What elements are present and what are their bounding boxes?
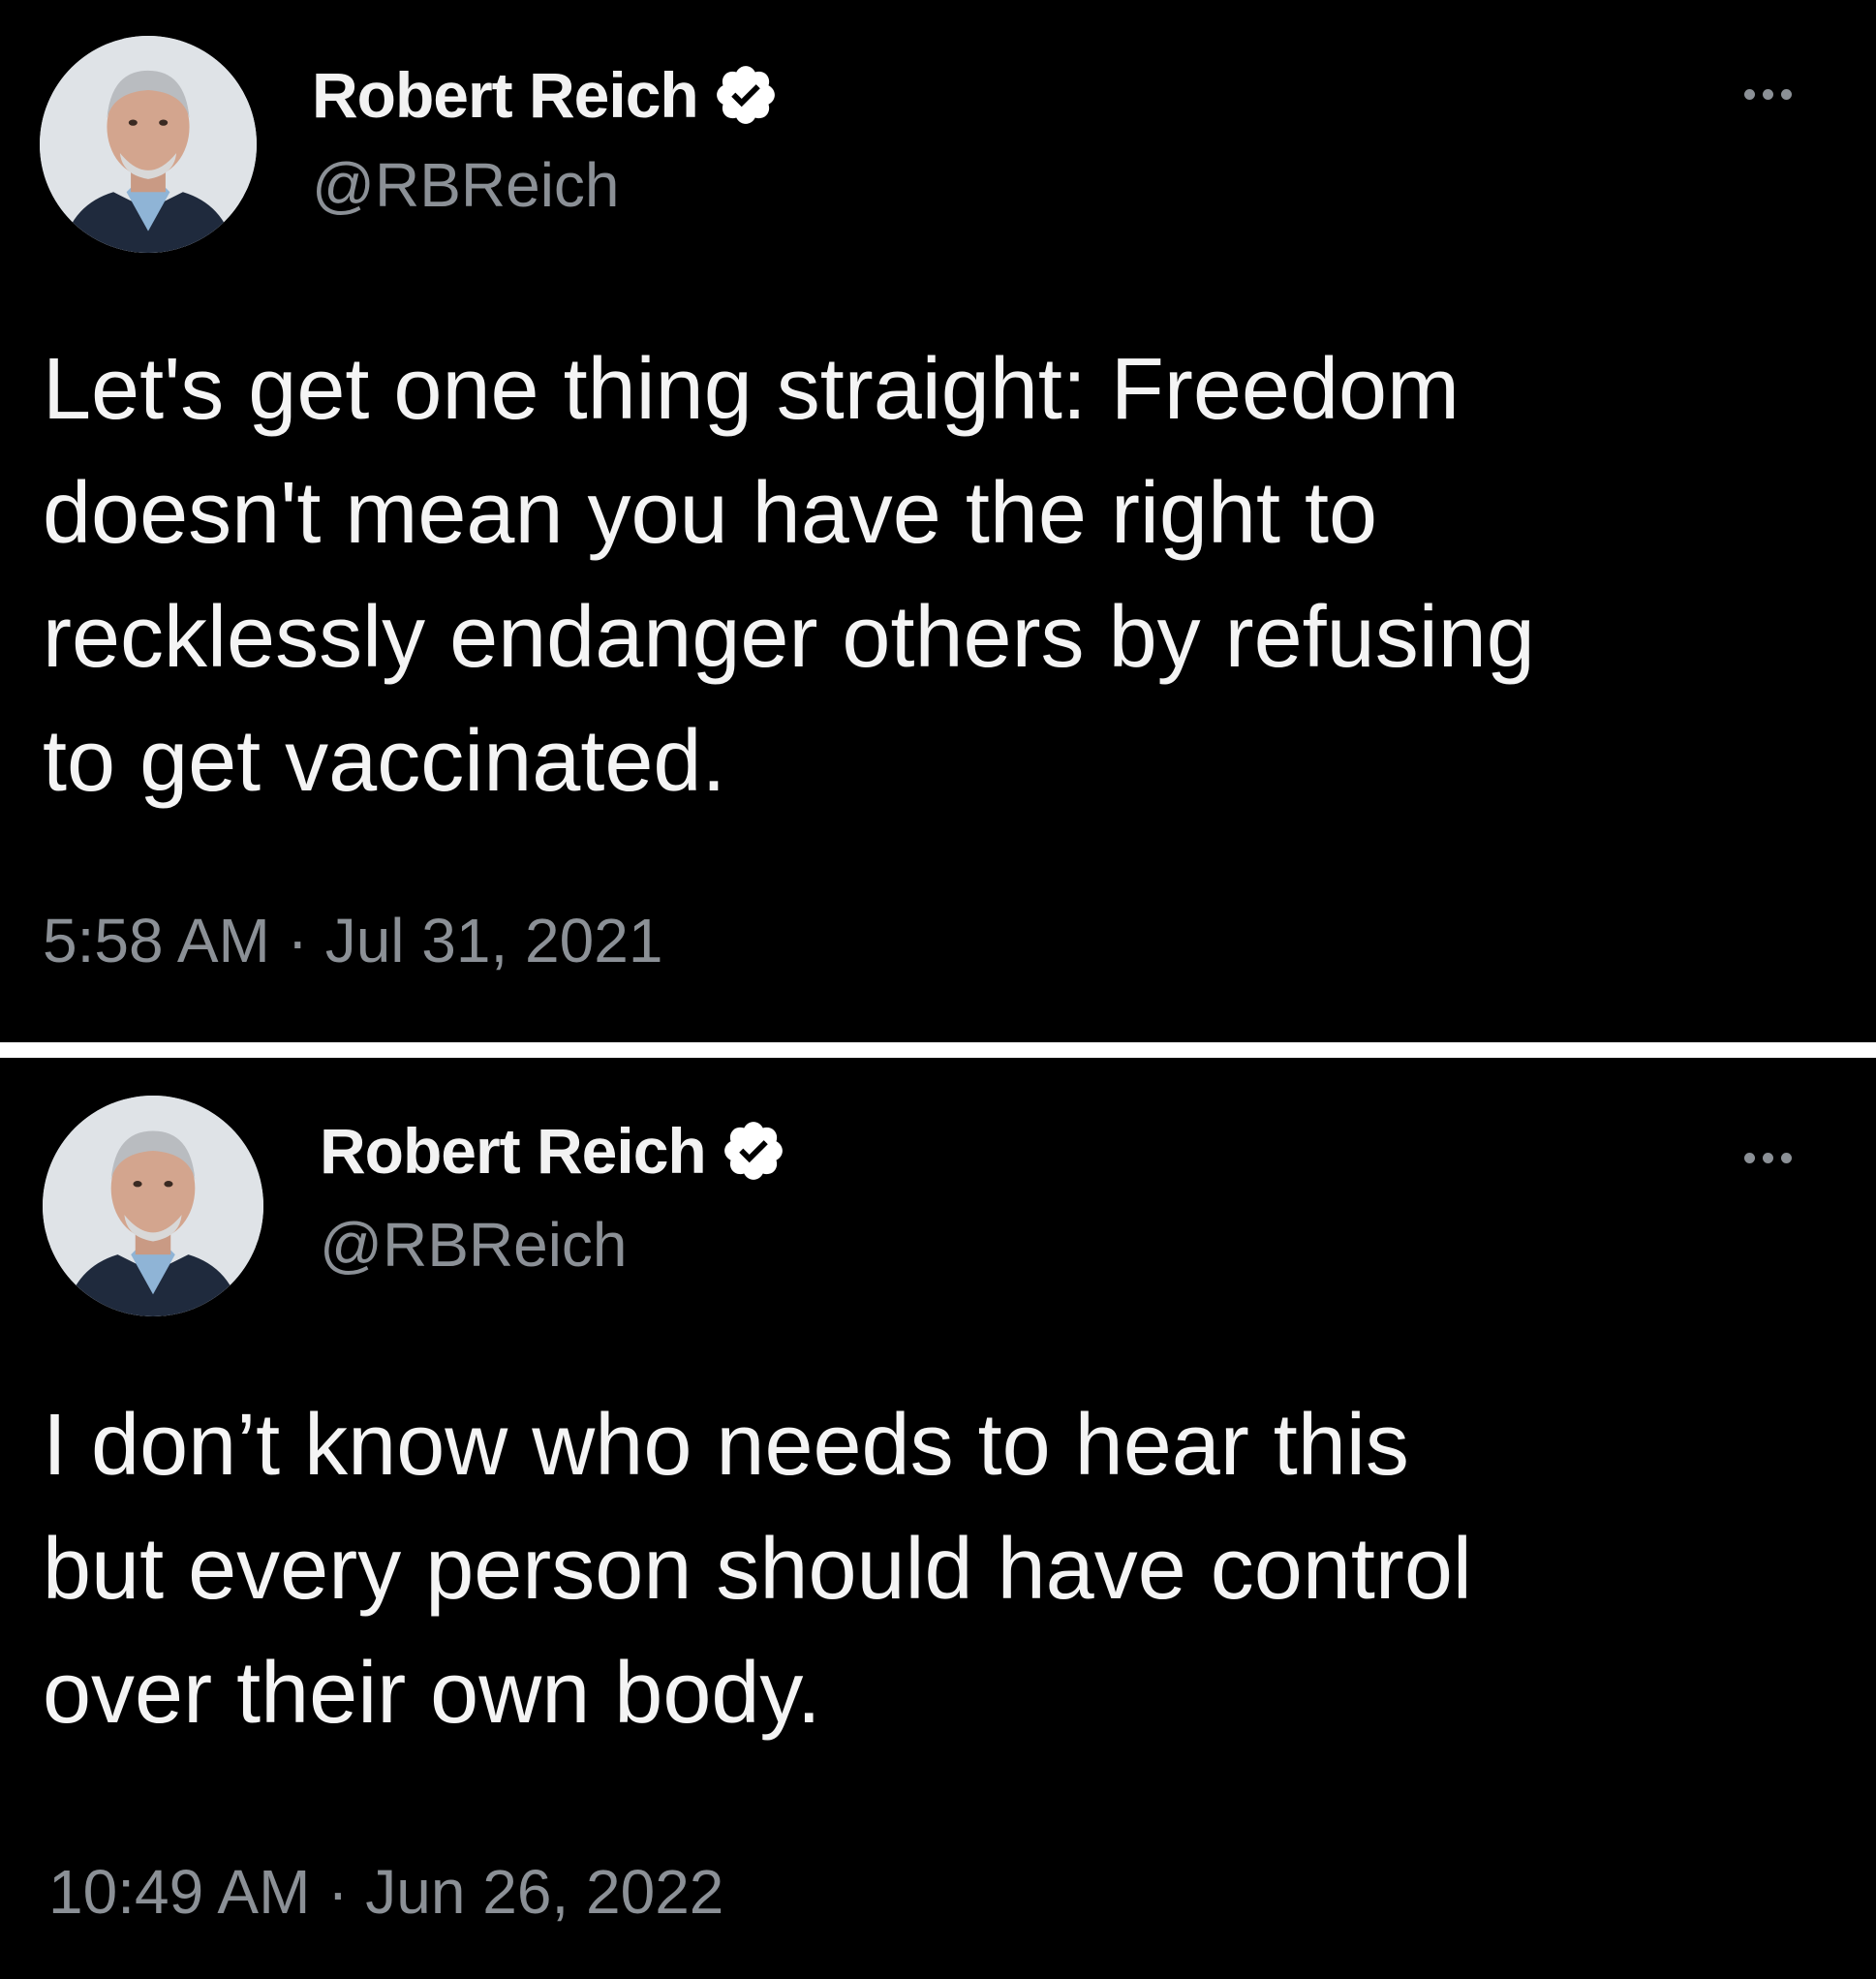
verified-badge-icon	[716, 66, 775, 124]
tweet-time: 5:58 AM	[43, 906, 270, 975]
tweet-text-line: doesn't mean you have the right to	[43, 465, 1378, 562]
timestamp-separator: ·	[287, 906, 308, 975]
more-dot	[1781, 89, 1792, 100]
tweet-text-line: over their own body.	[43, 1645, 821, 1742]
verified-badge-icon	[723, 1122, 783, 1180]
author-row: Robert Reich	[320, 1114, 787, 1188]
tweet-text: Let's get one thing straight: Freedom do…	[43, 327, 1834, 823]
tweet-text-line: recklessly endanger others by refusing	[43, 589, 1535, 686]
tweet-timestamp[interactable]: 10:49 AM · Jun 26, 2022	[48, 1856, 723, 1928]
tweet-text-line: but every person should have control	[43, 1521, 1472, 1618]
avatar-portrait	[43, 1096, 263, 1316]
more-options-icon[interactable]	[1744, 1153, 1792, 1163]
tweet-card-2[interactable]: Robert Reich @RBReich I don’t know who n…	[0, 1058, 1876, 1979]
timestamp-separator: ·	[327, 1857, 349, 1927]
more-options-icon[interactable]	[1744, 89, 1792, 100]
tweet-text-line: to get vaccinated.	[43, 713, 726, 810]
author-handle[interactable]: @RBReich	[320, 1209, 628, 1281]
author-handle[interactable]: @RBReich	[312, 149, 620, 221]
author-name[interactable]: Robert Reich	[320, 1114, 707, 1188]
tweet-text-line: I don’t know who needs to hear this	[43, 1397, 1409, 1494]
tweet-text-line: Let's get one thing straight: Freedom	[43, 341, 1461, 438]
tweet-text: I don’t know who needs to hear this but …	[43, 1383, 1834, 1755]
tweet-time: 10:49 AM	[48, 1857, 311, 1927]
tweet-card-1[interactable]: Robert Reich @RBReich Let's get one thin…	[0, 0, 1876, 1042]
image-divider	[0, 1042, 1876, 1058]
more-dot	[1781, 1153, 1792, 1163]
tweet-timestamp[interactable]: 5:58 AM · Jul 31, 2021	[43, 905, 662, 976]
author-name[interactable]: Robert Reich	[312, 58, 699, 132]
more-dot	[1763, 89, 1773, 100]
author-row: Robert Reich	[312, 58, 780, 132]
more-dot	[1763, 1153, 1773, 1163]
avatar[interactable]	[43, 1096, 263, 1316]
more-dot	[1744, 1153, 1755, 1163]
more-dot	[1744, 89, 1755, 100]
avatar[interactable]	[40, 36, 257, 253]
avatar-portrait	[40, 36, 257, 253]
tweet-date: Jul 31, 2021	[324, 906, 663, 975]
tweet-date: Jun 26, 2022	[365, 1857, 724, 1927]
